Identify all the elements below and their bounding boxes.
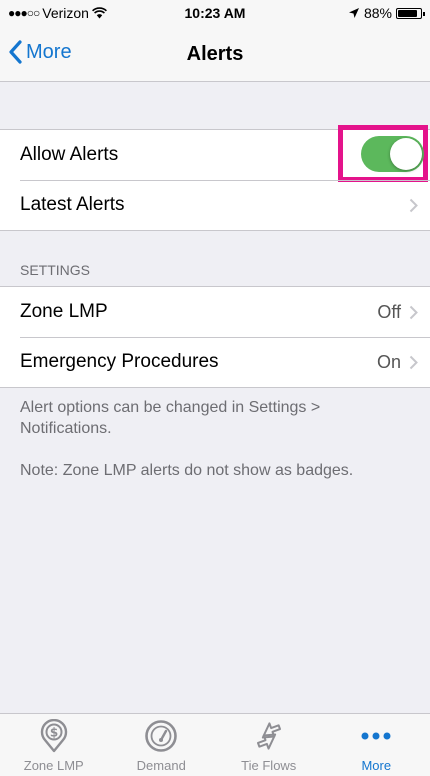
settings-item-value: On <box>376 351 401 372</box>
row-accessory: Off <box>377 287 418 337</box>
tab-tie-flows[interactable]: Tie Flows <box>215 714 323 776</box>
chevron-right-icon <box>409 305 418 319</box>
settings-item-label: Zone LMP <box>20 301 108 322</box>
gauge-icon <box>143 718 179 754</box>
allow-alerts-label: Allow Alerts <box>20 144 119 165</box>
tab-zone-lmp[interactable]: $ Zone LMP <box>0 714 108 776</box>
battery-icon <box>396 7 425 19</box>
latest-alerts-row[interactable]: Latest Alerts <box>0 180 430 230</box>
tab-more[interactable]: More <box>323 714 430 776</box>
settings-item-label: Emergency Procedures <box>20 351 219 372</box>
chevron-right-icon <box>409 198 418 212</box>
chevron-right-icon <box>409 355 418 369</box>
badges-footer-note: Note: Zone LMP alerts do not show as bad… <box>20 462 354 479</box>
tab-demand[interactable]: Demand <box>108 714 216 776</box>
settings-item-zone-lmp[interactable]: Zone LMP Off <box>0 287 430 337</box>
row-accessory: On <box>377 337 418 387</box>
latest-alerts-label: Latest Alerts <box>20 194 125 215</box>
status-right: 88% <box>348 5 425 21</box>
navigation-bar: More Alerts <box>0 26 430 82</box>
settings-item-value: Off <box>377 301 401 322</box>
settings-footer-note: Alert options can be changed in Settings… <box>20 399 321 437</box>
allow-alerts-row: Allow Alerts <box>0 125 430 182</box>
status-bar: ●●●○○ Verizon 10:23 AM 88% <box>0 0 430 26</box>
settings-group: Zone LMP Off Emergency Procedures On <box>0 286 430 388</box>
dollar-pin-icon: $ <box>36 718 72 754</box>
toggle-knob <box>390 138 422 170</box>
tab-label: Demand <box>136 758 186 773</box>
settings-section-header: SETTINGS <box>20 262 91 278</box>
battery-percent: 88% <box>363 5 392 21</box>
tie-flows-arrows-icon <box>251 718 287 754</box>
tab-label: More <box>361 758 392 773</box>
row-accessory <box>409 180 418 230</box>
page-title: Alerts <box>186 43 244 65</box>
battery-level <box>398 9 418 17</box>
alerts-group: Allow Alerts Latest Alerts <box>0 125 430 231</box>
more-dots-icon <box>358 718 394 754</box>
tab-bar: $ Zone LMP Demand Tie Flows More <box>0 713 430 776</box>
location-arrow-icon <box>348 8 359 18</box>
svg-text:$: $ <box>50 726 58 740</box>
settings-item-emergency-procedures[interactable]: Emergency Procedures On <box>0 337 430 387</box>
allow-alerts-toggle[interactable] <box>361 136 424 172</box>
tab-label: Zone LMP <box>23 758 84 773</box>
tab-label: Tie Flows <box>241 758 297 773</box>
